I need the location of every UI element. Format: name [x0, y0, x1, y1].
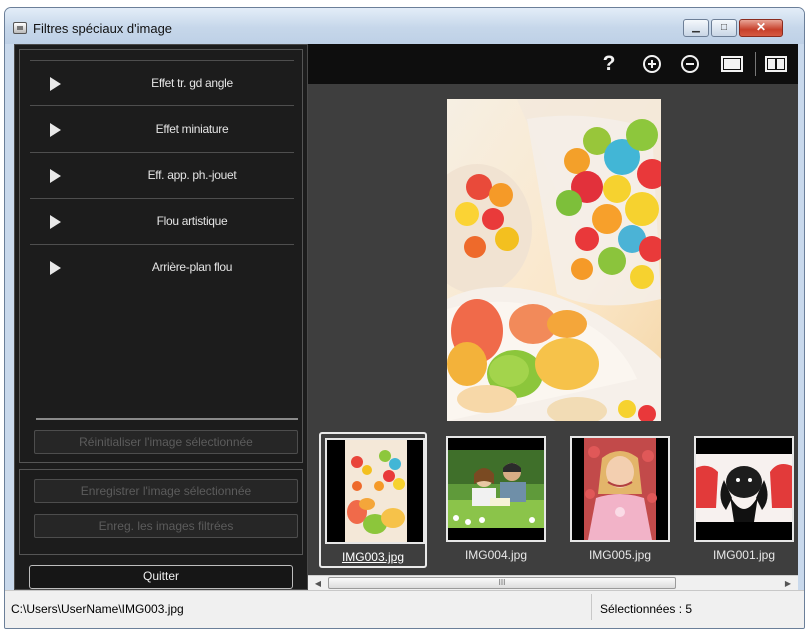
scroll-left-icon[interactable]: ◀ [310, 577, 326, 590]
toolbar-divider [755, 52, 756, 76]
status-bar: C:\Users\UserName\IMG003.jpg Sélectionné… [5, 590, 804, 628]
effects-group: Effet tr. gd angle Effet miniature Eff. … [19, 49, 303, 463]
single-view-icon[interactable] [720, 53, 744, 75]
preview-panel: ? IMG003.jpg IMG004.jpg IMG005.jpg IMG00… [308, 44, 798, 590]
save-selected-button[interactable]: Enregistrer l'image sélectionnée [34, 479, 298, 503]
thumbnail-image [446, 436, 546, 542]
thumbnail-item[interactable]: IMG001.jpg [690, 432, 798, 568]
thumbnail-strip: IMG003.jpg IMG004.jpg IMG005.jpg IMG001.… [308, 430, 798, 575]
preview-image [447, 99, 661, 421]
thumbnail-item[interactable]: IMG005.jpg [566, 432, 674, 568]
close-button[interactable]: ✕ [739, 19, 783, 37]
effect-blur-background[interactable]: Arrière-plan flou [30, 245, 294, 291]
compare-view-icon[interactable] [764, 53, 788, 75]
zoom-in-icon[interactable] [641, 53, 663, 75]
effect-label: Flou artistique [156, 214, 228, 228]
selected-count: Sélectionnées : 5 [600, 602, 693, 616]
thumbnail-name: IMG005.jpg [588, 548, 652, 562]
thumbnail-item[interactable]: IMG003.jpg [319, 432, 427, 568]
save-group: Enregistrer l'image sélectionnée Enreg. … [19, 469, 303, 555]
play-icon [50, 77, 61, 91]
horizontal-scrollbar[interactable]: ◀ III ▶ [308, 575, 798, 590]
thumbnail-image [570, 436, 670, 542]
effect-label: Eff. app. ph.-jouet [147, 168, 237, 182]
effect-label: Effet tr. gd angle [151, 76, 233, 90]
title-bar[interactable]: Filtres spéciaux d'image ▁ □ ✕ [5, 8, 804, 44]
scroll-thumb[interactable]: III [328, 577, 676, 589]
zoom-out-icon[interactable] [679, 53, 701, 75]
divider [36, 418, 298, 420]
effect-soft-focus[interactable]: Flou artistique [30, 199, 294, 245]
effect-toy-camera[interactable]: Eff. app. ph.-jouet [30, 153, 294, 199]
thumbnail-item[interactable]: IMG004.jpg [442, 432, 550, 568]
help-icon[interactable]: ? [600, 53, 618, 75]
minimize-button[interactable]: ▁ [683, 19, 709, 37]
reset-image-button[interactable]: Réinitialiser l'image sélectionnée [34, 430, 298, 454]
play-icon [50, 123, 61, 137]
status-divider [591, 594, 592, 620]
scroll-right-icon[interactable]: ▶ [780, 577, 796, 590]
effect-wide-angle[interactable]: Effet tr. gd angle [30, 60, 294, 106]
effect-label: Effet miniature [155, 122, 229, 136]
app-icon [13, 22, 27, 34]
play-icon [50, 169, 61, 183]
view-toolbar: ? [308, 44, 798, 84]
effect-miniature[interactable]: Effet miniature [30, 107, 294, 153]
effects-panel: Effet tr. gd angle Effet miniature Eff. … [14, 44, 308, 590]
window-title: Filtres spéciaux d'image [33, 21, 173, 36]
thumbnail-name: IMG001.jpg [712, 548, 776, 562]
play-icon [50, 215, 61, 229]
quit-button[interactable]: Quitter [29, 565, 293, 589]
file-path: C:\Users\UserName\IMG003.jpg [11, 602, 184, 616]
thumbnail-name: IMG003.jpg [341, 550, 405, 564]
effect-label: Arrière-plan flou [151, 260, 233, 274]
save-filtered-button[interactable]: Enreg. les images filtrées [34, 514, 298, 538]
play-icon [50, 261, 61, 275]
thumbnail-image [325, 438, 425, 544]
thumbnail-image [694, 436, 794, 542]
thumbnail-name: IMG004.jpg [464, 548, 528, 562]
maximize-button[interactable]: □ [711, 19, 737, 37]
app-window: Filtres spéciaux d'image ▁ □ ✕ Effet tr.… [4, 7, 805, 629]
